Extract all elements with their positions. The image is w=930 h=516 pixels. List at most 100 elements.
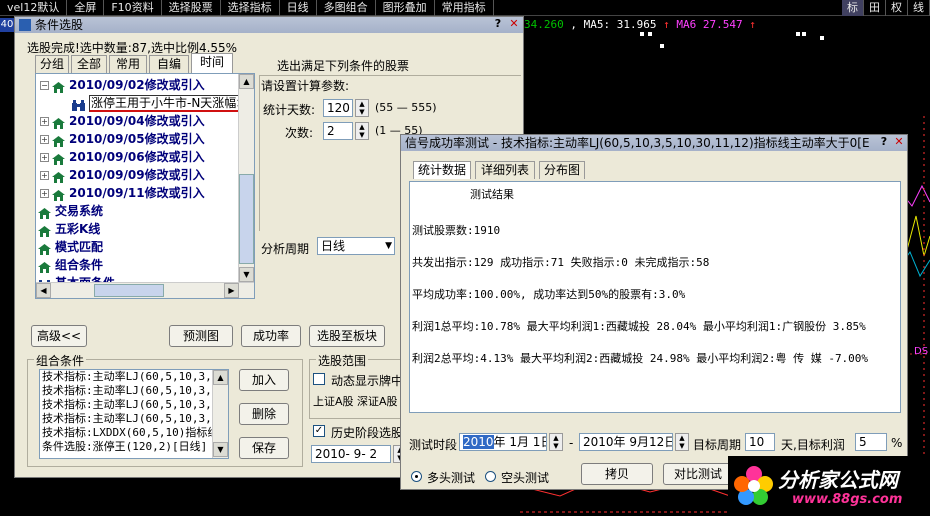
condition-tree[interactable]: −2010/09/02修改或引入 涨停王用于小牛市-N天涨幅>9 +2010/09/…	[35, 73, 255, 299]
result-line-profit2: 利润2总平均:4.13% 最大平均利润2:西藏城投 24.98% 最小平均利润2…	[412, 352, 869, 365]
scroll-up-arrow-icon[interactable]: ▲	[239, 74, 254, 89]
scroll-up-arrow-icon[interactable]: ▲	[213, 370, 228, 385]
tree-item[interactable]: +2010/09/09修改或引入	[40, 166, 205, 184]
compare-test-button[interactable]: 对比测试	[663, 463, 733, 485]
tree-expander-icon[interactable]: +	[40, 153, 49, 162]
days-input[interactable]: 120	[323, 99, 353, 117]
times-input[interactable]: 2	[323, 122, 353, 140]
scroll-down-arrow-icon[interactable]: ▼	[213, 442, 228, 457]
times-spinner[interactable]: ▲ ▼	[355, 122, 369, 140]
period-select[interactable]: 日线 ▼	[317, 237, 395, 255]
date-to-spinner[interactable]: ▲ ▼	[675, 433, 689, 451]
tree-item[interactable]: − 2010/09/02修改或引入	[40, 76, 205, 94]
tree-expander-icon[interactable]: +	[40, 135, 49, 144]
tree-horizontal-scrollbar[interactable]: ◀ ▶	[36, 282, 254, 298]
tab-custom[interactable]: 自编	[149, 55, 189, 73]
history-date-input[interactable]: 2010- 9- 2	[311, 445, 391, 463]
copy-button[interactable]: 拷贝	[581, 463, 653, 485]
toolbar-item[interactable]: 常用指标	[435, 0, 494, 16]
short-test-radio[interactable]	[485, 471, 496, 482]
tree-item[interactable]: 五彩K线	[38, 220, 100, 238]
tab-all[interactable]: 全部	[71, 55, 107, 73]
add-button[interactable]: 加入	[239, 369, 289, 391]
tree-item-label: 2010/09/06修改或引入	[69, 150, 205, 164]
tree-item-label: 2010/09/05修改或引入	[69, 132, 205, 146]
scroll-down-arrow-icon[interactable]: ▼	[239, 267, 254, 282]
tree-item-label: 组合条件	[55, 258, 104, 272]
tree-item[interactable]: 组合条件	[38, 256, 103, 274]
signal-window-titlebar[interactable]: 信号成功率测试 - 技术指标:主动率LJ(60,5,10,3,5,10,30,1…	[401, 135, 907, 151]
params-label: 请设置计算参数:	[261, 79, 350, 93]
tree-item[interactable]: +2010/09/11修改或引入	[40, 184, 205, 202]
tab-distribution[interactable]: 分布图	[539, 161, 585, 179]
date-to-input[interactable]: 2010年 9月12日	[579, 433, 673, 451]
scroll-thumb[interactable]	[239, 174, 254, 264]
delete-button[interactable]: 删除	[239, 403, 289, 425]
tab-time[interactable]: 时间	[191, 53, 233, 73]
period-value: 日线	[321, 239, 346, 253]
list-item[interactable]: 技术指标:主动率LJ(60,5,10,3,5	[40, 370, 228, 384]
advanced-button[interactable]: 高级<<	[31, 325, 87, 347]
tree-item[interactable]: 交易系统	[38, 202, 103, 220]
list-item[interactable]: 技术指标:主动率LJ(60,5,10,3,5	[40, 398, 228, 412]
select-to-board-button[interactable]: 选股至板块	[309, 325, 385, 347]
tab-group[interactable]: 分组	[35, 55, 69, 73]
toolbar-item[interactable]: 选择股票	[162, 0, 221, 16]
save-button[interactable]: 保存	[239, 437, 289, 459]
tree-item[interactable]: +2010/09/04修改或引入	[40, 112, 205, 130]
help-button[interactable]: ?	[491, 18, 505, 32]
list-item[interactable]: 技术指标:主动率LJ(60,5,10,3,5	[40, 412, 228, 426]
tree-item[interactable]: +2010/09/05修改或引入	[40, 130, 205, 148]
success-rate-button[interactable]: 成功率	[241, 325, 301, 347]
toolbar-item[interactable]: 图形叠加	[376, 0, 435, 16]
tree-item-selected-formula[interactable]: 涨停王用于小牛市-N天涨幅>9	[72, 94, 254, 112]
results-panel: 测试结果 测试股票数:1910 共发出指示:129 成功指示:71 失败指示:0…	[409, 181, 901, 413]
dynamic-display-checkbox[interactable]	[313, 373, 325, 385]
scroll-right-arrow-icon[interactable]: ▶	[224, 283, 239, 298]
toolbar-item[interactable]: 日线	[280, 0, 317, 16]
target-profit-input[interactable]: 5	[855, 433, 887, 451]
history-checkbox[interactable]: ✓	[313, 425, 325, 437]
combo-scrollbar[interactable]: ▲ ▼	[212, 370, 228, 458]
tree-expander-icon[interactable]: −	[40, 81, 49, 90]
list-item[interactable]: 技术指标:主动率LJ(60,5,10,3,5	[40, 384, 228, 398]
close-icon[interactable]: ✕	[892, 136, 906, 150]
tree-expander-icon[interactable]: +	[40, 189, 49, 198]
tree-item-label: 交易系统	[55, 204, 104, 218]
tree-item-label: 五彩K线	[55, 222, 101, 236]
chevron-down-icon[interactable]: ▼	[385, 238, 392, 254]
tree-vertical-scrollbar[interactable]: ▲ ▼	[238, 74, 254, 282]
date-from-spinner[interactable]: ▲ ▼	[549, 433, 563, 451]
toolbar-right-item[interactable]: 权	[886, 0, 908, 16]
help-button[interactable]: ?	[877, 136, 891, 150]
long-test-radio[interactable]	[411, 471, 422, 482]
toolbar-item[interactable]: F10资料	[104, 0, 162, 16]
house-folder-icon	[38, 224, 51, 237]
condition-window-titlebar[interactable]: 条件选股	[15, 17, 523, 33]
target-period-input[interactable]: 10	[745, 433, 775, 451]
list-item[interactable]: 技术指标:LXDDX(60,5,10)指标线	[40, 426, 228, 440]
tree-item[interactable]: 模式匹配	[38, 238, 103, 256]
toolbar-right-item[interactable]: 田	[864, 0, 886, 16]
toolbar-right-item[interactable]: 标	[842, 0, 864, 16]
tree-item[interactable]: +2010/09/06修改或引入	[40, 148, 205, 166]
toolbar-item[interactable]: 选择指标	[221, 0, 280, 16]
tree-expander-icon[interactable]: +	[40, 171, 49, 180]
tab-statistics[interactable]: 统计数据	[413, 161, 471, 179]
tab-common[interactable]: 常用	[109, 55, 147, 73]
list-item[interactable]: 条件选股:涨停王(120,2)[日线]	[40, 440, 228, 454]
toolbar-item[interactable]: 全屏	[67, 0, 105, 16]
preview-chart-button[interactable]: 预测图	[169, 325, 233, 347]
scroll-left-arrow-icon[interactable]: ◀	[36, 283, 51, 298]
tab-detail-list[interactable]: 详细列表	[475, 161, 535, 179]
date-from-input[interactable]: 2010年 1月 1日	[459, 433, 547, 451]
combo-condition-list[interactable]: 技术指标:主动率LJ(60,5,10,3,5 技术指标:主动率LJ(60,5,10…	[39, 369, 229, 459]
toolbar-item[interactable]: vel12默认	[0, 0, 68, 16]
tree-expander-icon[interactable]: +	[40, 117, 49, 126]
close-icon[interactable]: ✕	[507, 18, 521, 32]
toolbar-right-item[interactable]: 线	[908, 0, 930, 16]
toolbar-item[interactable]: 多图组合	[317, 0, 376, 16]
test-period-label: 测试时段	[409, 438, 458, 452]
days-spinner[interactable]: ▲ ▼	[355, 99, 369, 117]
scroll-thumb[interactable]	[94, 284, 164, 297]
